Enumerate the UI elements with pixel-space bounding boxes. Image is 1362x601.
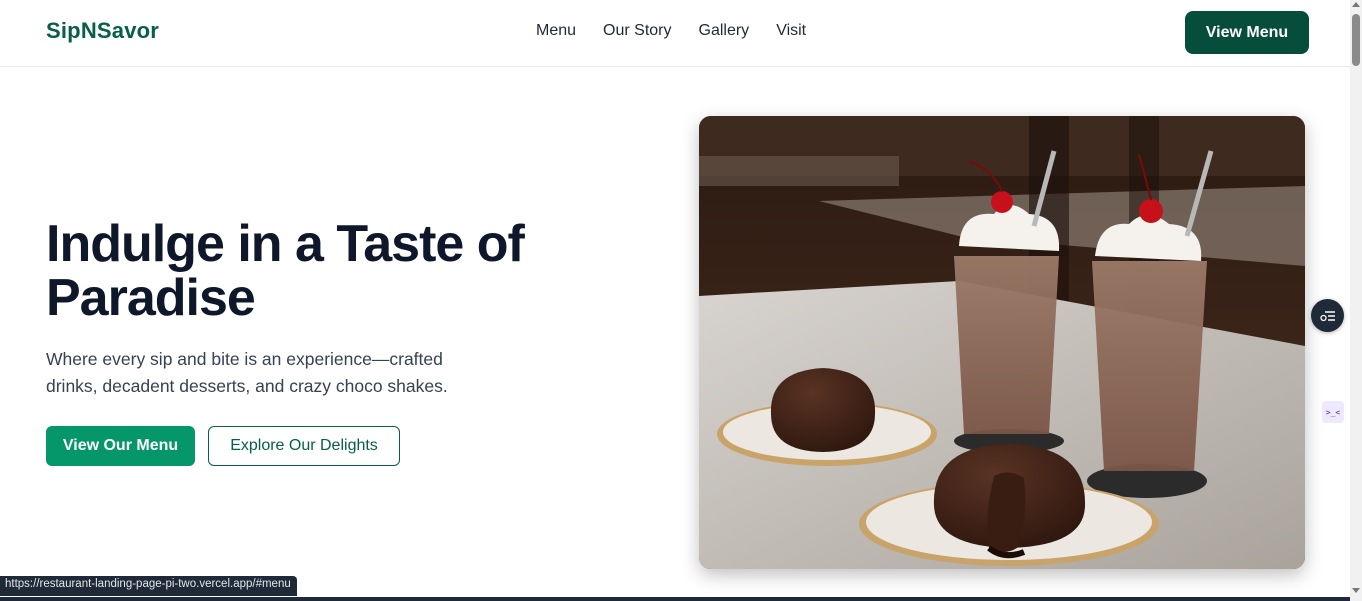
status-bar-url: https://restaurant-landing-page-pi-two.v… — [0, 576, 297, 596]
hero-subtitle: Where every sip and bite is an experienc… — [46, 349, 448, 396]
page-scrollbar[interactable] — [1350, 0, 1362, 601]
site-header: SipNSavor Menu Our Story Gallery Visit V… — [0, 0, 1350, 67]
view-menu-button[interactable]: View Menu — [1185, 11, 1309, 54]
nav-our-story[interactable]: Our Story — [603, 22, 671, 40]
hero-title: Indulge in a Taste of Paradise — [46, 217, 606, 325]
scroll-up-icon[interactable] — [1352, 2, 1360, 7]
hero-title-line2: Paradise — [46, 269, 256, 327]
view-our-menu-button[interactable]: View Our Menu — [46, 426, 195, 466]
side-tools-widget[interactable] — [1311, 299, 1344, 332]
nav-visit[interactable]: Visit — [776, 22, 806, 40]
list-settings-icon — [1319, 310, 1335, 321]
explore-delights-button[interactable]: Explore Our Delights — [208, 426, 400, 466]
nav-menu[interactable]: Menu — [536, 22, 576, 40]
nav-gallery[interactable]: Gallery — [699, 22, 750, 40]
scrollbar-thumb[interactable] — [1352, 14, 1360, 66]
bottom-edge — [0, 597, 1350, 601]
hero-image — [699, 116, 1305, 569]
hero-title-line1: Indulge in a Taste of — [46, 215, 525, 273]
main-nav: Menu Our Story Gallery Visit — [536, 22, 806, 40]
brand-logo[interactable]: SipNSavor — [46, 18, 159, 44]
extension-widget-icon[interactable]: >_< — [1322, 401, 1344, 423]
scroll-down-icon[interactable] — [1352, 588, 1360, 593]
